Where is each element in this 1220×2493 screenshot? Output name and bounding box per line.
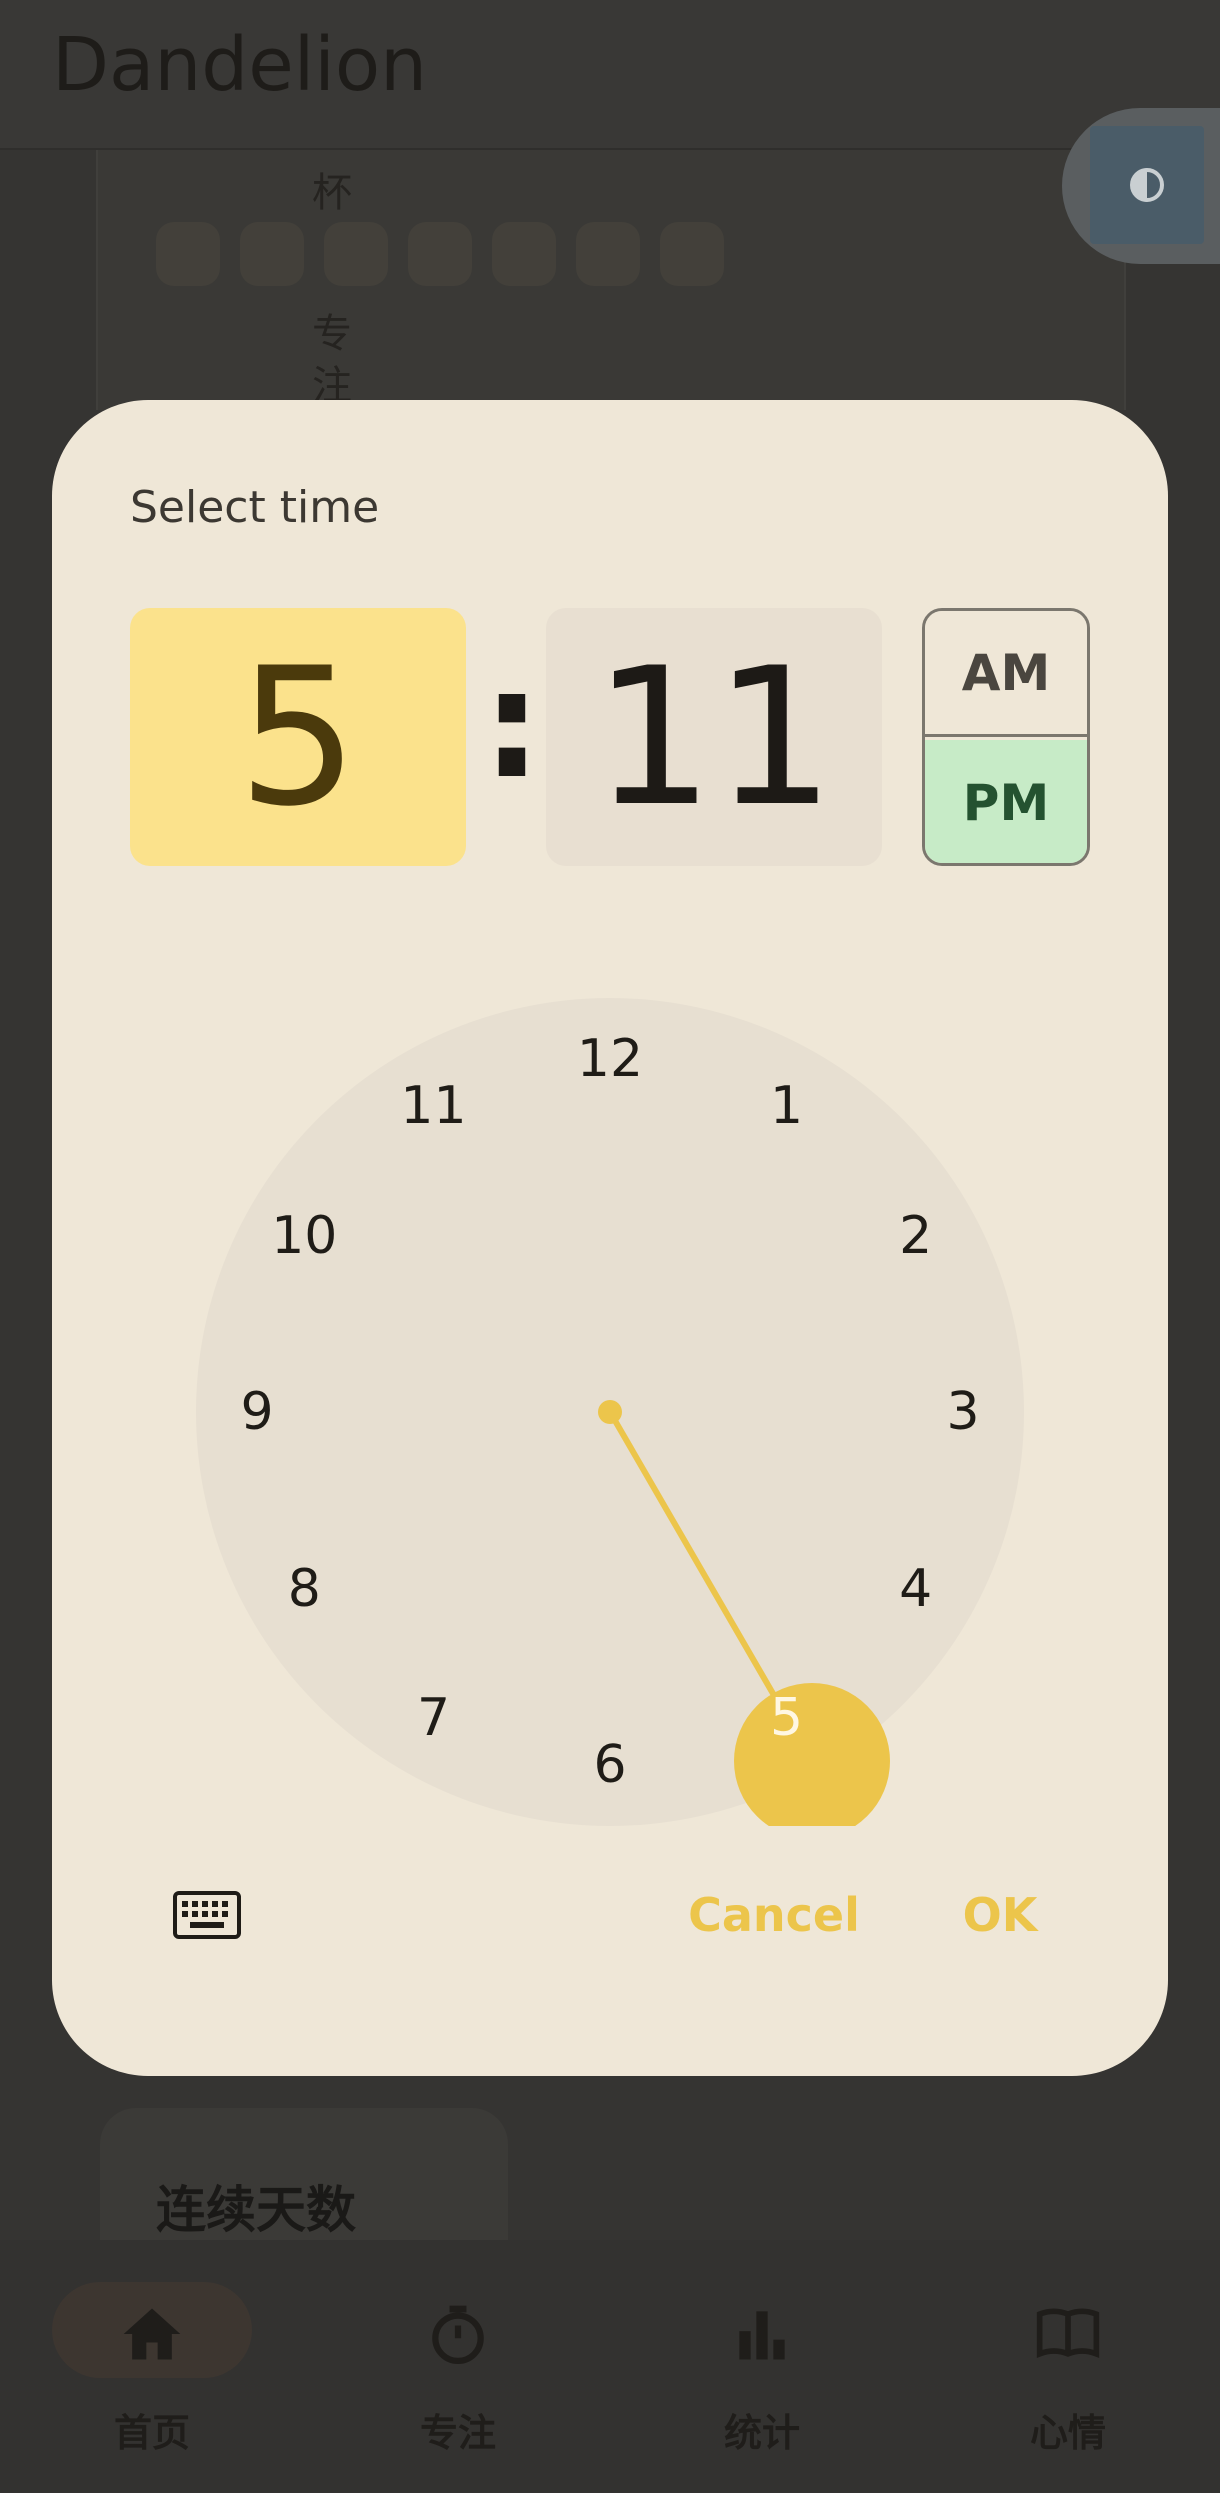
cup-label: 杯	[312, 170, 352, 216]
nav-label-mood: 心情	[1029, 2411, 1106, 2455]
nav-item-stats[interactable]: 统计	[662, 2240, 862, 2493]
cancel-button[interactable]: Cancel	[664, 1875, 884, 1955]
theme-toggle-inner	[1090, 126, 1204, 244]
bar-chart-icon	[662, 2300, 862, 2380]
clock-number-12[interactable]: 12	[565, 1029, 655, 1089]
focus-section-label: 专注	[312, 311, 352, 409]
cup-dot	[660, 222, 724, 286]
cup-dot	[156, 222, 220, 286]
cup-dot	[240, 222, 304, 286]
cup-tracker	[156, 222, 724, 286]
bottom-nav: 首页 专注 统计 心情	[0, 2240, 1220, 2493]
clock-number-5[interactable]: 5	[742, 1688, 832, 1748]
clock-number-9[interactable]: 9	[212, 1382, 302, 1442]
app-title: Dandelion	[52, 22, 428, 108]
home-icon	[52, 2300, 252, 2380]
clock-hand-graphic	[598, 1400, 890, 1826]
contrast-icon	[1130, 168, 1164, 202]
cup-dot	[408, 222, 472, 286]
cup-dot	[324, 222, 388, 286]
book-icon	[968, 2300, 1168, 2380]
stopwatch-icon	[358, 2300, 558, 2380]
pm-button[interactable]: PM	[925, 740, 1087, 863]
clock-number-11[interactable]: 11	[389, 1076, 479, 1136]
am-pm-toggle: AM PM	[922, 608, 1090, 866]
hour-value: 5	[237, 626, 359, 848]
clock-number-10[interactable]: 10	[259, 1206, 349, 1266]
nav-label-home: 首页	[113, 2411, 190, 2455]
minute-field[interactable]: 11	[546, 608, 882, 866]
nav-label-focus: 专注	[419, 2411, 496, 2455]
ok-button[interactable]: OK	[940, 1875, 1060, 1955]
minute-value: 11	[593, 626, 835, 848]
clock-number-7[interactable]: 7	[389, 1688, 479, 1748]
cup-dot	[576, 222, 640, 286]
clock-number-2[interactable]: 2	[871, 1206, 961, 1266]
clock-number-1[interactable]: 1	[742, 1076, 832, 1136]
time-picker-dialog: Select time 5 : 11 AM PM 12 1 2 3 4 5 6 7 8 9 10 11	[52, 400, 1168, 2076]
nav-item-mood[interactable]: 心情	[968, 2240, 1168, 2493]
nav-item-focus[interactable]: 专注	[358, 2240, 558, 2493]
cup-dot	[492, 222, 556, 286]
clock-number-3[interactable]: 3	[918, 1382, 1008, 1442]
streak-label: 连续天数	[156, 2181, 356, 2239]
clock-number-8[interactable]: 8	[259, 1559, 349, 1619]
nav-item-home[interactable]: 首页	[52, 2240, 252, 2493]
time-separator: :	[482, 638, 542, 812]
am-button[interactable]: AM	[925, 611, 1087, 737]
keyboard-icon[interactable]	[172, 1890, 242, 1940]
dialog-title: Select time	[130, 482, 380, 533]
app-header: Dandelion	[0, 0, 1220, 150]
hour-field[interactable]: 5	[130, 608, 466, 866]
clock-dial[interactable]: 12 1 2 3 4 5 6 7 8 9 10 11	[196, 998, 1024, 1826]
theme-toggle-button[interactable]	[1062, 108, 1220, 264]
clock-number-4[interactable]: 4	[871, 1559, 961, 1619]
clock-number-6[interactable]: 6	[565, 1735, 655, 1795]
nav-label-stats: 统计	[723, 2411, 800, 2455]
clock-center-dot	[598, 1400, 622, 1424]
